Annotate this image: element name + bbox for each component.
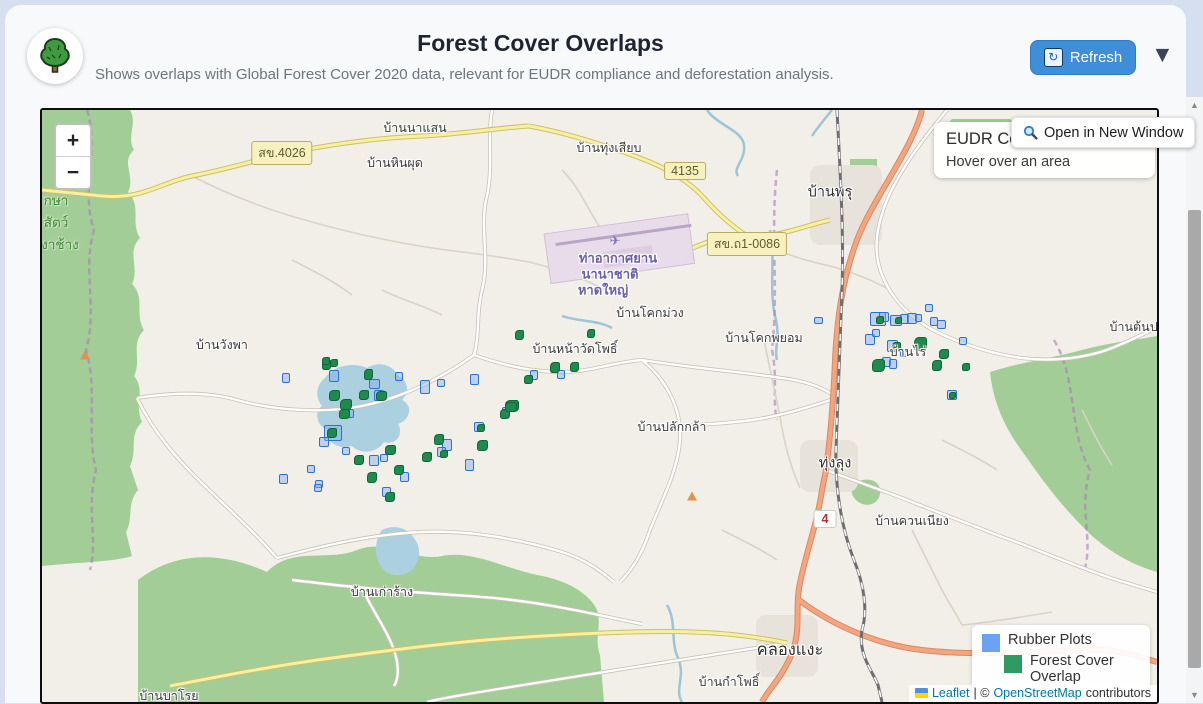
road-shield-label: สข.4026 — [251, 141, 312, 165]
map-place-label: บ้านต้นปริง — [1110, 317, 1159, 337]
app-card: Forest Cover Overlaps Shows overlaps wit… — [5, 5, 1186, 703]
leaflet-link[interactable]: Leaflet — [932, 686, 970, 700]
zoom-control: + − — [54, 123, 92, 190]
refresh-label: Refresh — [1070, 49, 1123, 66]
map-place-label: บ้านวังพา — [196, 335, 248, 355]
legend-label: Forest Cover Overlap — [1030, 654, 1130, 686]
map-place-label: บ้านกำโพธิ์ — [699, 672, 760, 692]
road-shield-label: 4135 — [664, 162, 706, 180]
legend-item: Rubber Plots — [982, 633, 1140, 652]
caret-down-icon[interactable]: ▼ — [1151, 41, 1174, 68]
info-panel-hint: Hover over an area — [946, 154, 1143, 170]
map-place-label: บ้านทุ่งเสียบ — [576, 138, 641, 158]
zoom-out-button[interactable]: − — [56, 157, 90, 188]
legend-swatch — [1004, 655, 1022, 673]
map-place-label: บ้านควนเนียง — [875, 511, 949, 531]
map-legend: Rubber Plots Forest Cover Overlap — [972, 625, 1150, 694]
legend-item: Forest Cover Overlap — [1004, 654, 1140, 686]
map-place-label: กษา — [44, 189, 69, 211]
ukraine-flag-icon — [915, 688, 928, 698]
map-place-label: หาดใหญ่ — [578, 280, 628, 301]
page-subtitle: Shows overlaps with Global Forest Cover … — [95, 66, 834, 83]
map-place-label: งาช้าง — [41, 233, 79, 255]
map-place-label: บ้านเก่าร้าง — [351, 582, 413, 602]
open-in-new-window-button[interactable]: Open in New Window — [1011, 117, 1195, 148]
map-place-label: สัตว์ — [44, 211, 69, 233]
map-place-label: บ้านหน้าวัดโพธิ์ — [532, 339, 617, 359]
attribution-separator: | © — [974, 686, 990, 700]
magnifier-icon — [1023, 125, 1038, 140]
map-place-label: บ้านโคกม่วง — [616, 303, 684, 323]
refresh-icon: ↻ — [1044, 48, 1063, 67]
openstreetmap-link[interactable]: OpenStreetMap — [993, 686, 1081, 700]
map-place-label: บ้านไร่ — [890, 342, 927, 362]
scrollbar-thumb[interactable] — [1188, 210, 1201, 668]
map-place-label: บ้านปลักกล้า — [638, 417, 707, 437]
scrollbar-up-arrow[interactable]: ▲ — [1186, 97, 1203, 113]
map-place-label: บ้านบาโรย — [139, 686, 198, 704]
legend-swatch — [982, 634, 1000, 652]
map-place-label: ทุ่งลุง — [819, 452, 852, 475]
label-layer: กษาสัตว์งาช้าง บ้านนาแสนบ้านหินผุด บ้านทุ่… — [42, 110, 1157, 702]
page-scrollbar[interactable]: ▲ ▼ — [1186, 97, 1203, 703]
open-in-new-window-label: Open in New Window — [1044, 125, 1183, 141]
map-attribution: Leaflet | © OpenStreetMap contributors — [909, 685, 1157, 702]
map-place-label: บ้านนาแสน — [383, 118, 446, 138]
page-title: Forest Cover Overlaps — [5, 30, 1076, 57]
road-shield-label: 4 — [814, 510, 837, 528]
map-place-label: คลองแงะ — [757, 637, 824, 663]
attribution-suffix: contributors — [1086, 686, 1151, 700]
zoom-in-button[interactable]: + — [56, 125, 90, 157]
map-canvas[interactable]: ✈ กษาสัตว์งาช้างบ้านนาแสนบ้านหินผุดบ้านท… — [40, 108, 1159, 704]
scrollbar-down-arrow[interactable]: ▼ — [1186, 687, 1203, 703]
road-shield-label: สข.ถ1-0086 — [707, 232, 787, 256]
map-place-label: บ้านพรุ — [808, 181, 853, 204]
map-place-label: บ้านโคกพยอม — [725, 328, 802, 348]
legend-label: Rubber Plots — [1008, 633, 1092, 649]
refresh-button[interactable]: ↻ Refresh — [1030, 40, 1136, 75]
map-place-label: บ้านหินผุด — [367, 153, 423, 173]
